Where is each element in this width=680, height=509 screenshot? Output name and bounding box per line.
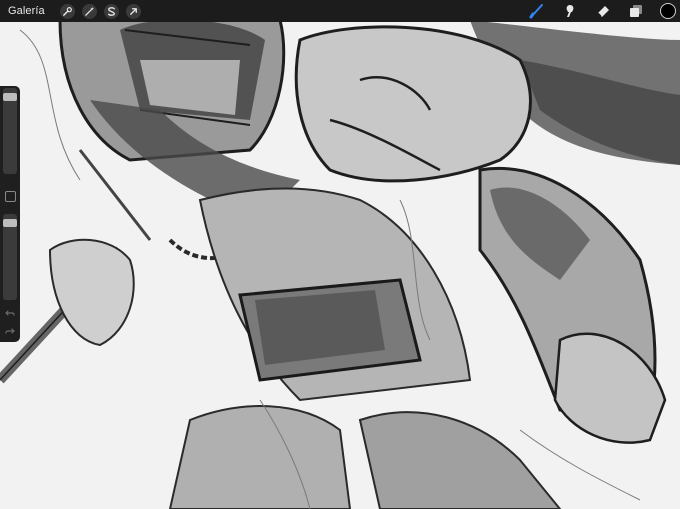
magic-wand-icon xyxy=(84,6,94,16)
right-tool-group xyxy=(528,0,680,22)
transform-button[interactable] xyxy=(125,3,141,19)
arrow-cursor-icon xyxy=(129,7,137,15)
selection-s-icon xyxy=(107,6,115,16)
brush-size-slider[interactable] xyxy=(3,88,17,174)
layers-icon xyxy=(630,5,642,17)
left-sidebar xyxy=(0,86,20,342)
layers-button[interactable] xyxy=(627,2,645,20)
selection-button[interactable] xyxy=(103,3,119,19)
redo-button[interactable] xyxy=(4,325,16,337)
brush-tool-button[interactable] xyxy=(528,2,546,20)
wrench-icon xyxy=(62,6,72,16)
drawing-canvas[interactable] xyxy=(0,0,680,509)
brush-icon xyxy=(529,4,543,19)
modify-button[interactable] xyxy=(5,191,16,202)
actions-button[interactable] xyxy=(59,3,75,19)
opacity-thumb[interactable] xyxy=(3,219,17,227)
smudge-tool-button[interactable] xyxy=(561,2,579,20)
color-picker-button[interactable] xyxy=(660,3,676,19)
smudge-icon xyxy=(566,5,574,17)
sketch-artwork xyxy=(0,0,680,509)
brush-size-thumb[interactable] xyxy=(3,93,17,101)
eraser-tool-button[interactable] xyxy=(594,2,612,20)
undo-button[interactable] xyxy=(4,307,16,319)
top-toolbar: Galería xyxy=(0,0,680,22)
opacity-slider[interactable] xyxy=(3,214,17,300)
redo-icon xyxy=(5,328,15,334)
adjustments-button[interactable] xyxy=(81,3,97,19)
gallery-button[interactable]: Galería xyxy=(8,5,45,17)
eraser-icon xyxy=(597,6,609,17)
procreate-app: Galería xyxy=(0,0,680,509)
undo-icon xyxy=(5,310,15,316)
